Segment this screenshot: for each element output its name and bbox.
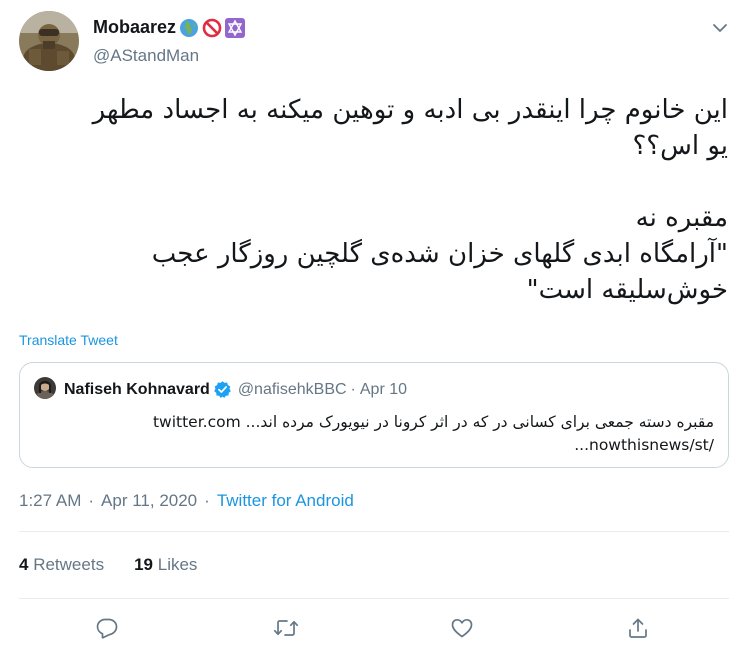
share-icon[interactable] bbox=[618, 608, 658, 648]
author-avatar[interactable] bbox=[19, 11, 79, 71]
retweets-label: Retweets bbox=[33, 555, 105, 574]
globe-africa-icon bbox=[179, 18, 199, 38]
likes-stat[interactable]: 19 Likes bbox=[134, 555, 197, 575]
likes-count: 19 bbox=[134, 555, 153, 574]
tweet-meta: 1:27 AM · Apr 11, 2020 · Twitter for And… bbox=[19, 491, 354, 511]
quoted-text-line: مقبره دسته جمعی برای کسانی در که در اثر … bbox=[152, 413, 714, 431]
like-icon[interactable] bbox=[442, 608, 482, 648]
meta-separator: · bbox=[88, 491, 95, 510]
tweet-text-line: مقبره نه bbox=[635, 203, 728, 233]
likes-label: Likes bbox=[157, 555, 198, 574]
star-of-david-icon bbox=[225, 17, 246, 38]
tweet-stats: 4 Retweets 19 Likes bbox=[19, 555, 197, 575]
author-handle[interactable]: @AStandMan bbox=[93, 46, 199, 66]
quoted-author-avatar bbox=[34, 377, 56, 399]
retweet-icon[interactable] bbox=[266, 608, 306, 648]
tweet-text-line: یو اس؟؟ bbox=[632, 131, 729, 161]
tweet-text-line: این خانوم چرا اینقدر بی ادبه و توهین میک… bbox=[92, 95, 728, 125]
quoted-text: مقبره دسته جمعی برای کسانی در که در اثر … bbox=[34, 411, 714, 457]
tweet-detail: Mobaarez @AStandMan این خانوم چرا اینقدر… bbox=[0, 0, 748, 656]
tweet-text: این خانوم چرا اینقدر بی ادبه و توهین میک… bbox=[18, 92, 728, 308]
retweets-stat[interactable]: 4 Retweets bbox=[19, 555, 104, 575]
quoted-text-line: /nowthisnews/st... bbox=[574, 436, 714, 454]
quoted-date: Apr 10 bbox=[359, 380, 408, 398]
tweet-text-line: "آرامگاه ابدی گلهای خزان شده‌ی گلچین روز… bbox=[151, 239, 728, 269]
more-options-chevron-down-icon[interactable] bbox=[708, 18, 732, 38]
divider bbox=[19, 531, 729, 532]
tweet-text-line: خوش‌سلیقه است" bbox=[526, 275, 728, 305]
quoted-author-name: Nafiseh Kohnavard bbox=[64, 380, 210, 398]
tweet-date[interactable]: Apr 11, 2020 bbox=[101, 491, 197, 511]
quoted-separator: · bbox=[350, 380, 356, 398]
retweets-count: 4 bbox=[19, 555, 29, 574]
tweet-source-link[interactable]: Twitter for Android bbox=[217, 491, 354, 511]
quoted-header: Nafiseh Kohnavard @nafisehkBBC · Apr 10 bbox=[64, 380, 407, 399]
tweet-time[interactable]: 1:27 AM bbox=[19, 491, 81, 511]
quoted-author-handle: @nafisehkBBC bbox=[237, 380, 347, 398]
author-name-row[interactable]: Mobaarez bbox=[93, 17, 246, 38]
author-name[interactable]: Mobaarez bbox=[93, 17, 176, 38]
divider bbox=[19, 598, 729, 599]
reply-icon[interactable] bbox=[87, 608, 127, 648]
tweet-text-blank-line bbox=[18, 164, 728, 200]
prohibited-icon bbox=[202, 18, 222, 38]
translate-tweet-link[interactable]: Translate Tweet bbox=[19, 332, 118, 348]
meta-separator: · bbox=[204, 491, 210, 510]
action-bar bbox=[0, 608, 748, 648]
quoted-tweet[interactable]: Nafiseh Kohnavard @nafisehkBBC · Apr 10 … bbox=[19, 362, 729, 468]
verified-badge-icon bbox=[213, 380, 232, 399]
